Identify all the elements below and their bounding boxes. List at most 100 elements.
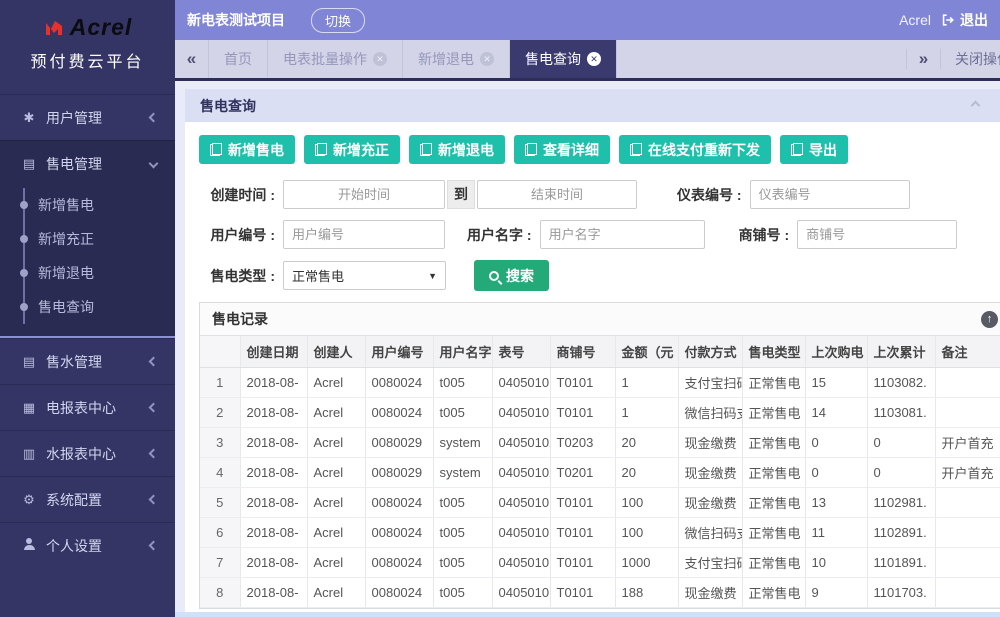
table-cell: 04050101 [492,547,550,577]
user-no-input[interactable] [283,220,445,249]
table-cell: T0101 [550,487,615,517]
tab-新增退电[interactable]: 新增退电 ✕ [403,40,510,78]
column-header: 金额（元 [615,336,678,367]
table-cell: 正常售电 [742,517,805,547]
table-row[interactable]: 62018-08-Acrel0080024t00504050101T010110… [200,517,1000,547]
table-cell: 100 [615,517,678,547]
toolbar-button-在线支付重新下发[interactable]: 在线支付重新下发 [619,135,771,164]
sidebar-section-water-sale-management: ▤ 售水管理 [0,338,175,384]
collapse-up-icon[interactable]: ↑ [981,311,998,328]
column-header: 表号 [492,336,550,367]
logout-button[interactable]: 退出 [940,10,988,30]
table-row[interactable]: 32018-08-Acrel0080029system04050102T0203… [200,427,1000,457]
column-header: 创建人 [307,336,365,367]
sidebar-item-user-management[interactable]: ✱用户管理 [0,95,175,140]
card-icon: ▤ [20,354,38,370]
sidebar-subitem[interactable]: 售电查询 [25,290,175,324]
table-cell: 0080029 [365,427,433,457]
end-time-input[interactable] [477,180,637,209]
table-cell: 14 [805,397,867,427]
table-cell: T0203 [550,427,615,457]
toolbar-button-查看详细[interactable]: 查看详细 [514,135,610,164]
table-cell: 2018-08- [240,487,307,517]
column-header: 用户名字 [433,336,492,367]
sidebar-subitem[interactable]: 新增售电 [25,188,175,222]
switch-project-button[interactable]: 切换 [311,8,365,33]
table-cell: 正常售电 [742,367,805,397]
filter-row-3: 售电类型 : 正常售电 ▼ 搜索 [199,260,986,291]
table-cell [935,517,1000,547]
toolbar-button-导出[interactable]: 导出 [780,135,848,164]
start-time-input[interactable] [283,180,445,209]
table-cell: 04050101 [492,487,550,517]
search-button[interactable]: 搜索 [474,260,549,291]
sidebar-item-water-sale-management[interactable]: ▤ 售水管理 [0,339,175,384]
table-cell: 2018-08- [240,457,307,487]
meter-no-input[interactable] [750,180,910,209]
content-area: 售电查询 新增售电新增充正新增退电查看详细在线支付重新下发导出 创建时间 : 到… [175,81,1000,617]
user-name-input[interactable] [540,220,705,249]
table-row[interactable]: 42018-08-Acrel0080029system04050102T0201… [200,457,1000,487]
sidebar-item-system-config[interactable]: ⚙系统配置 [0,477,175,522]
table-cell: Acrel [307,517,365,547]
column-header [200,336,240,367]
sidebar-section-system-config: ⚙系统配置 [0,476,175,522]
sidebar-item-electric-report-center[interactable]: ▦电报表中心 [0,385,175,430]
toolbar-button-新增退电[interactable]: 新增退电 [409,135,505,164]
table-cell: 1 [615,397,678,427]
search-icon [489,271,499,281]
table-cell: 0 [867,427,935,457]
sidebar-item-label: 系统配置 [46,490,150,510]
tab-close-icon[interactable]: ✕ [480,52,494,66]
column-header: 付款方式 [678,336,742,367]
table-cell: Acrel [307,427,365,457]
tab-scroll-left-icon[interactable]: « [175,40,209,78]
sidebar-subitem[interactable]: 新增充正 [25,222,175,256]
table-row[interactable]: 82018-08-Acrel0080024t00504050101T010118… [200,577,1000,607]
row-index-cell: 5 [200,487,240,517]
table-cell: T0101 [550,397,615,427]
tab-电表批量操作[interactable]: 电表批量操作✕ [268,40,403,78]
filter-row-2: 用户编号 : 用户名字 : 商铺号 : [199,220,986,249]
tab-close-icon[interactable]: ✕ [373,52,387,66]
tab-scroll-right-icon[interactable]: » [906,49,940,69]
table-row[interactable]: 22018-08-Acrel0080024t00504050101T01011微… [200,397,1000,427]
table-cell: system [433,427,492,457]
document-icon [420,143,432,156]
shop-no-input[interactable] [797,220,957,249]
row-index-cell: 2 [200,397,240,427]
table-cell: 现金缴费 [678,427,742,457]
table-cell: T0101 [550,517,615,547]
table-cell: T0101 [550,547,615,577]
sidebar-item-personal-settings[interactable]: 个人设置 [0,523,175,568]
table-row[interactable]: 12018-08-Acrel0080024t00504050101T01011支… [200,367,1000,397]
table-cell: 正常售电 [742,547,805,577]
tab-close-icon[interactable]: ✕ [587,52,601,66]
panel-collapse-button[interactable] [965,102,985,109]
table-cell: 0080024 [365,517,433,547]
toolbar-button-新增充正[interactable]: 新增充正 [304,135,400,164]
sidebar-item-water-report-center[interactable]: ▥水报表中心 [0,431,175,476]
sale-type-select[interactable]: 正常售电 ▼ [283,261,446,290]
tab-首页[interactable]: 首页 [209,40,268,78]
table-cell [935,547,1000,577]
table-cell: system [433,457,492,487]
sidebar-item-sale-management[interactable]: ▤售电管理 [0,141,175,186]
tab-label: 新增退电 [418,49,474,69]
sidebar-subitem[interactable]: 新增退电 [25,256,175,290]
table-cell: 10 [805,547,867,577]
close-operations-button[interactable]: 关闭操作 [940,49,1000,69]
tab-售电查询[interactable]: 售电查询✕ [510,40,617,78]
horizontal-scrollbar[interactable] [175,612,1000,617]
brand-subtitle: 预付费云平台 [0,48,175,72]
table-row[interactable]: 52018-08-Acrel0080024t00504050101T010110… [200,487,1000,517]
toolbar-button-新增售电[interactable]: 新增售电 [199,135,295,164]
sidebar-section-sale-management: ▤售电管理新增售电新增充正新增退电售电查询 [0,140,175,338]
table-cell: T0201 [550,457,615,487]
table-row[interactable]: 72018-08-Acrel0080024t00504050101T010110… [200,547,1000,577]
sidebar-item-label: 售水管理 [46,352,150,372]
table-cell: 微信扫码支 [678,517,742,547]
table-cell: t005 [433,397,492,427]
document-icon [210,143,222,156]
table-cell: 1103081. [867,397,935,427]
